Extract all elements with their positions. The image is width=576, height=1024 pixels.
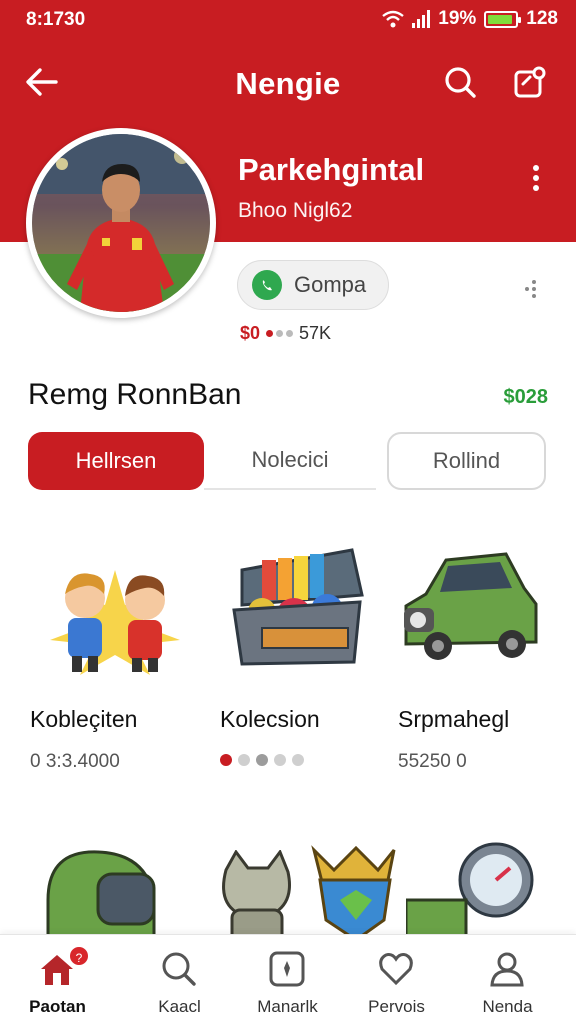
search-icon[interactable] <box>440 62 480 102</box>
nav-search[interactable]: Kaacl <box>122 935 237 1024</box>
green-helmet-illustration[interactable] <box>38 840 178 940</box>
section-title: Remg RonnBan <box>28 378 242 411</box>
signal-icon <box>412 10 431 28</box>
nav-label: Nenda <box>482 997 533 1016</box>
bottom-nav: ? Paotan Kaacl Manarlk Pervois Nenda <box>0 934 576 1024</box>
search-icon <box>162 952 196 986</box>
share-icon[interactable] <box>510 62 550 102</box>
nav-pervois[interactable]: Pervois <box>339 935 454 1024</box>
tab-rollind[interactable]: Rollind <box>387 432 546 490</box>
app-bar: Nengie <box>0 52 576 112</box>
nav-badge: ? <box>68 945 90 967</box>
whatsapp-icon <box>252 270 282 300</box>
nav-label: Paotan <box>29 997 86 1016</box>
profile-stats: $0 57K <box>240 323 331 344</box>
profile-handle: Bhoo Nigl62 <box>238 199 353 222</box>
profile-name: Parkehgintal <box>238 152 425 187</box>
item-name: Srpmahegl <box>398 706 510 732</box>
green-car-illustration <box>404 552 538 660</box>
profile-screen: 8:1730 19% 128 Nengie Parkehgintal Bhoo … <box>0 0 576 1024</box>
stat-count: 57K <box>299 323 332 343</box>
nav-home[interactable]: ? Paotan <box>0 935 115 1024</box>
item-sub: 55250 0 <box>398 751 467 772</box>
page-title: Nengie <box>235 66 341 101</box>
battery-percent: 19% <box>438 8 477 29</box>
stat-dots <box>266 330 294 337</box>
heart-icon <box>379 953 413 986</box>
stat-money: $0 <box>240 323 261 343</box>
gauge-machine-illustration[interactable] <box>406 840 546 940</box>
wifi-icon <box>382 10 405 28</box>
status-extra: 128 <box>526 8 558 29</box>
nav-manarlk[interactable]: Manarlk <box>230 935 345 1024</box>
nav-label: Manarlk <box>257 997 318 1016</box>
tab-hellrsen[interactable]: Hellrsen <box>28 432 204 490</box>
tab-nolecici[interactable]: Nolecici <box>204 432 376 490</box>
item-sub: 0 3:3.4000 <box>30 751 120 772</box>
follow-chip-label: Gompa <box>294 272 367 297</box>
status-bar: 8:1730 19% 128 <box>0 0 576 40</box>
nav-label: Kaacl <box>158 997 201 1016</box>
more-options-icon[interactable] <box>524 160 548 196</box>
avatar[interactable] <box>26 128 216 318</box>
drag-handle-icon[interactable] <box>522 278 542 300</box>
item-pager <box>220 754 304 766</box>
treasure-chest-illustration <box>232 548 364 666</box>
nav-nenda[interactable]: Nenda <box>450 935 565 1024</box>
section-amount: $028 <box>503 386 549 408</box>
item-name: Kolecsion <box>220 706 320 732</box>
player-photo <box>32 134 210 312</box>
nav-label: Pervois <box>368 997 425 1016</box>
status-time: 8:1730 <box>26 9 86 30</box>
star-card-icon <box>269 951 305 987</box>
user-icon <box>490 952 524 987</box>
battery-icon <box>484 10 522 28</box>
item-name: Kobleçiten <box>30 706 138 732</box>
follow-chip[interactable]: Gompa <box>237 260 389 310</box>
two-boys-illustration <box>50 570 180 675</box>
